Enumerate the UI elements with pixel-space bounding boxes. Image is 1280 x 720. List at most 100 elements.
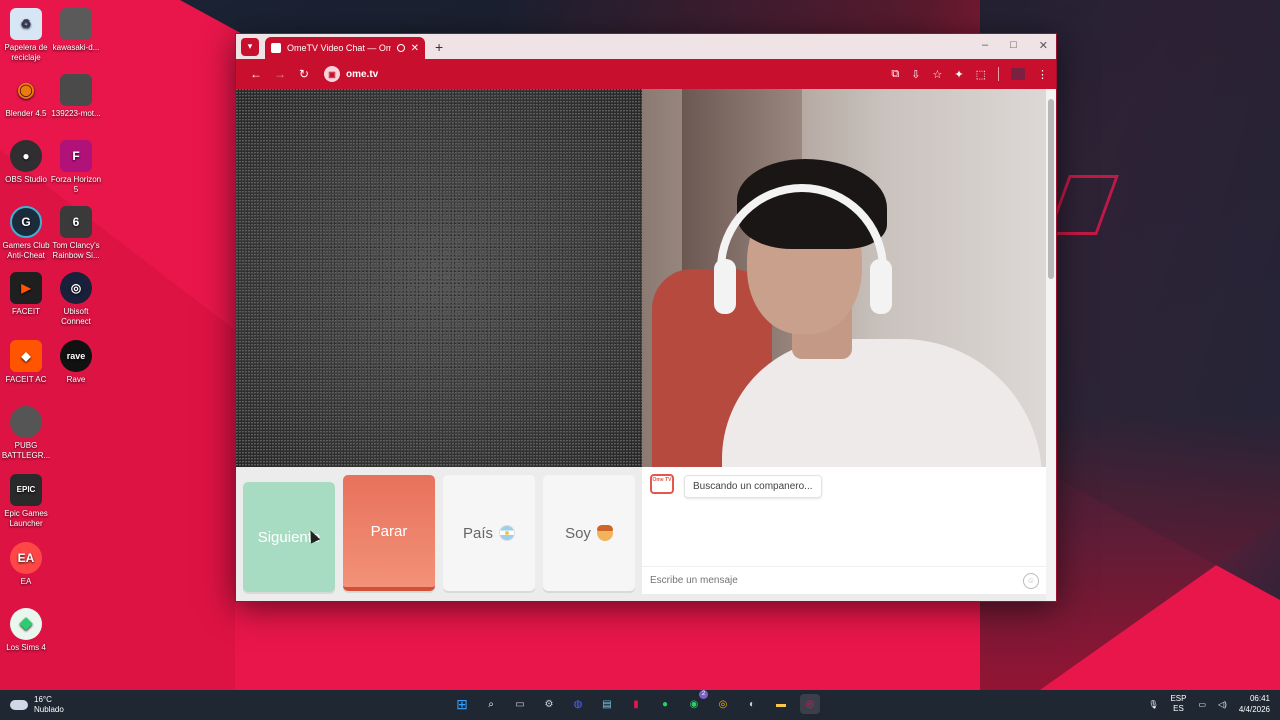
menu-kebab-icon[interactable]: ⋮ — [1037, 68, 1048, 81]
desktop-icon-rave[interactable]: rave Rave — [50, 340, 102, 385]
discord-icon[interactable]: ◍ — [568, 694, 588, 714]
boy-face-icon — [596, 525, 613, 541]
back-button[interactable]: ← — [244, 67, 268, 81]
country-label: País — [462, 524, 493, 542]
browser-window: ▾ OmeTV Video Chat — Ome ✕ + – □ ✕ ← → ↻… — [235, 33, 1057, 602]
desktop-icon-pubg[interactable]: PUBG BATTLEGR... — [0, 406, 52, 461]
chat-controls: Siguiente Parar País Soy — [236, 467, 642, 601]
faceit-ac-icon: ◆ — [10, 340, 42, 372]
status-message: Buscando un companero... — [684, 475, 822, 498]
page-scrollbar[interactable] — [1046, 89, 1056, 601]
chat-panel: Ome TV Buscando un companero... ☺ — [642, 467, 1047, 594]
desktop-icon-sims[interactable]: ◆ Los Sims 4 — [0, 608, 52, 653]
bookmark-star-icon[interactable]: ☆ — [933, 68, 943, 81]
stop-button[interactable]: Parar — [343, 475, 435, 591]
ometv-page: Siguiente Parar País Soy Ome TV Buscando… — [236, 89, 1056, 601]
whatsapp-badge: 2 — [699, 690, 708, 699]
gender-button[interactable]: Soy — [543, 475, 635, 591]
desktop-icon-gamersclub[interactable]: G Gamers Club Anti-Cheat — [0, 206, 52, 261]
weather-desc: Nublado — [34, 705, 64, 714]
obs-icon: ● — [10, 140, 42, 172]
recycle-bin-icon: ♻ — [10, 8, 42, 40]
image-file-icon — [60, 8, 92, 40]
pubg-icon — [10, 406, 42, 438]
minimize-button[interactable]: – — [982, 39, 988, 52]
microphone-icon[interactable]: 🎙 — [1148, 700, 1158, 709]
scrollbar-thumb[interactable] — [1048, 99, 1054, 279]
spotify-icon[interactable]: ● — [655, 694, 675, 714]
chrome-icon[interactable]: ◎ — [713, 694, 733, 714]
gamersclub-icon: G — [10, 206, 42, 238]
riot-icon[interactable]: ▮ — [626, 694, 646, 714]
desktop-icon-kawasaki[interactable]: kawasaki-d... — [50, 8, 102, 53]
desktop-icon-recycle-bin[interactable]: ♻ Papelera de reciclaje — [0, 8, 52, 63]
desktop-icon-epic-games[interactable]: EPIC Epic Games Launcher — [0, 474, 52, 529]
tab-ometv[interactable]: OmeTV Video Chat — Ome ✕ — [265, 37, 425, 59]
new-tab-button[interactable]: + — [435, 39, 443, 55]
blender-icon: ◉ — [17, 79, 35, 101]
taskbar: 16°C Nublado ⊞ ⌕ ▭ ⚙ ◍ ▤ ▮ ● ◉ 2 ◎ ◐ ▬ ◎ … — [0, 690, 1280, 720]
rave-icon: rave — [60, 340, 92, 372]
translate-icon[interactable]: ⧉ — [891, 68, 899, 81]
language-indicator[interactable]: ESP ES — [1170, 694, 1186, 714]
ometv-logo: Ome TV — [650, 474, 674, 494]
install-app-icon[interactable]: ⇩ — [911, 68, 920, 81]
faceit-icon: ▶ — [10, 272, 42, 304]
image-file-icon — [60, 74, 92, 106]
tab-bar: ▾ OmeTV Video Chat — Ome ✕ + – □ ✕ — [236, 34, 1056, 59]
network-icon[interactable]: ▭ — [1198, 700, 1206, 709]
favicon-icon — [271, 43, 281, 53]
desktop-icon-ubisoft[interactable]: ◎ Ubisoft Connect — [50, 272, 102, 327]
file-explorer-icon[interactable]: ▬ — [771, 694, 791, 714]
toolbar-tools: ⧉ ⇩ ☆ ✦ ⬚ ⋮ — [891, 67, 1048, 81]
clock[interactable]: 06:41 4/4/2026 — [1239, 693, 1270, 715]
desktop-icon-faceit[interactable]: ▶ FACEIT — [0, 272, 52, 317]
reload-button[interactable]: ↻ — [292, 67, 316, 81]
search-icon[interactable]: ⌕ — [481, 694, 501, 714]
taskbar-apps: ⊞ ⌕ ▭ ⚙ ◍ ▤ ▮ ● ◉ 2 ◎ ◐ ▬ ◎ — [452, 690, 820, 714]
start-icon[interactable]: ⊞ — [452, 694, 472, 714]
close-window-button[interactable]: ✕ — [1039, 39, 1048, 52]
sims-icon: ◆ — [10, 608, 42, 640]
stranger-video — [236, 89, 642, 467]
system-tray: 🎙 ESP ES ▭ ◁) 06:41 4/4/2026 — [1148, 693, 1270, 715]
desktop-icon-forza[interactable]: F Forza Horizon 5 — [50, 140, 102, 195]
site-info-icon[interactable]: ▣ — [324, 66, 340, 82]
next-button[interactable]: Siguiente — [243, 482, 335, 592]
url-text: ome.tv — [346, 68, 379, 80]
close-tab-icon[interactable]: ✕ — [411, 43, 419, 54]
whatsapp-icon[interactable]: ◉ 2 — [684, 690, 708, 714]
tab-search-button[interactable]: ▾ — [241, 37, 259, 56]
photos-icon[interactable]: ▤ — [597, 694, 617, 714]
cloud-icon — [10, 700, 28, 710]
desktop-icon-obs[interactable]: ● OBS Studio — [0, 140, 52, 185]
desktop-icon-mot[interactable]: 139223-mot... — [50, 74, 102, 119]
steam-icon[interactable]: ⚙ — [539, 694, 559, 714]
country-button[interactable]: País — [443, 475, 535, 591]
volume-icon[interactable]: ◁) — [1218, 700, 1227, 709]
epic-games-icon: EPIC — [10, 474, 42, 506]
headphone-left-cup — [714, 259, 736, 314]
desktop-icon-rainbow-six[interactable]: 6 Tom Clancy's Rainbow Si... — [50, 206, 102, 261]
desktop-icon-faceit-ac[interactable]: ◆ FACEIT AC — [0, 340, 52, 385]
chrome-active-icon[interactable]: ◎ — [800, 694, 820, 714]
task-view-icon[interactable]: ▭ — [510, 694, 530, 714]
argentina-flag-icon — [499, 525, 515, 541]
forward-button[interactable]: → — [268, 67, 292, 81]
desktop-icon-blender[interactable]: ◉ Blender 4.5 — [0, 74, 52, 119]
gamersclub-taskbar-icon[interactable]: ◐ — [742, 694, 762, 714]
extension-icon[interactable]: ✦ — [954, 68, 963, 81]
gender-label: Soy — [565, 524, 591, 542]
ubisoft-icon: ◎ — [60, 272, 92, 304]
recording-icon — [396, 44, 405, 52]
weather-temp: 16°C — [34, 695, 52, 704]
address-bar[interactable]: ▣ ome.tv — [324, 66, 378, 82]
desktop-icon-ea[interactable]: EA EA — [0, 542, 52, 587]
profile-avatar[interactable] — [1011, 68, 1025, 80]
message-input[interactable] — [650, 575, 1023, 586]
extensions-puzzle-icon[interactable]: ⬚ — [976, 68, 986, 81]
emoji-icon[interactable]: ☺ — [1023, 572, 1039, 589]
weather-widget[interactable]: 16°C Nublado — [10, 695, 64, 715]
maximize-button[interactable]: □ — [1010, 39, 1017, 52]
stop-label: Parar — [370, 522, 408, 540]
